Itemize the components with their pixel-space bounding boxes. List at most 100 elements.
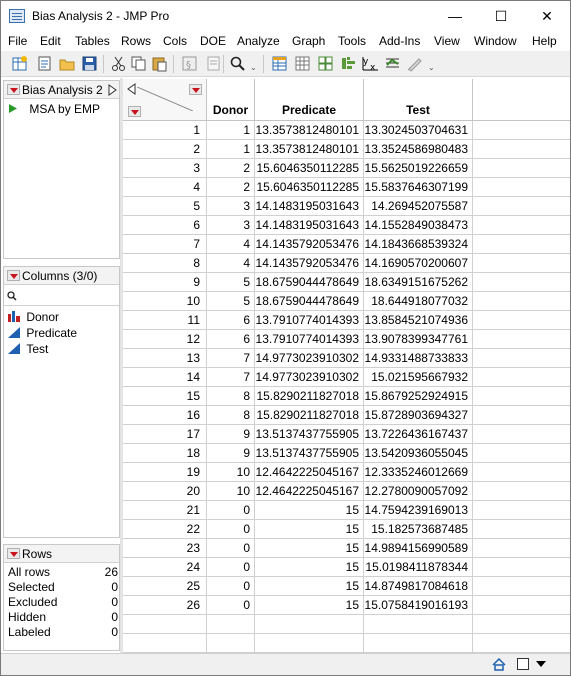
cell-predicate[interactable]: 14.1435792053476	[255, 254, 364, 273]
cell-test[interactable]: 18.6349151675262	[364, 273, 473, 292]
columns-red-triangle-icon[interactable]	[189, 84, 202, 95]
cell-empty[interactable]	[473, 254, 570, 273]
cell-donor[interactable]: 0	[207, 520, 255, 539]
cell-empty[interactable]	[473, 615, 570, 634]
menu-rows[interactable]: Rows	[121, 34, 151, 48]
cell-predicate[interactable]: 15.8290211827018	[255, 387, 364, 406]
search-icon[interactable]	[229, 55, 246, 72]
column-item-donor[interactable]: Donor	[8, 310, 59, 324]
row-number[interactable]: 23	[123, 539, 207, 558]
distribution-icon[interactable]	[340, 55, 357, 72]
cell-donor[interactable]: 2	[207, 159, 255, 178]
cell-donor[interactable]: 3	[207, 216, 255, 235]
fit-model-icon[interactable]	[384, 55, 401, 72]
cell-donor[interactable]: 3	[207, 197, 255, 216]
script-item[interactable]: MSA by EMP	[8, 102, 100, 116]
cell-test[interactable]: 15.021595667932	[364, 368, 473, 387]
cell-predicate[interactable]: 15	[255, 577, 364, 596]
row-number[interactable]: 22	[123, 520, 207, 539]
column-header-test[interactable]: Test	[364, 79, 473, 121]
cell-test[interactable]: 14.1843668539324	[364, 235, 473, 254]
cell-test[interactable]: 15.8728903694327	[364, 406, 473, 425]
cell-predicate[interactable]: 13.5137437755905	[255, 425, 364, 444]
menu-file[interactable]: File	[8, 34, 27, 48]
cell-donor[interactable]: 4	[207, 235, 255, 254]
cell-predicate[interactable]: 13.3573812480101	[255, 121, 364, 140]
cell-test[interactable]	[364, 634, 473, 653]
new-script-icon[interactable]	[36, 55, 53, 72]
cell-predicate[interactable]	[255, 615, 364, 634]
row-number[interactable]: 25	[123, 577, 207, 596]
row-number[interactable]: 16	[123, 406, 207, 425]
cell-test[interactable]: 14.8749817084618	[364, 577, 473, 596]
cell-empty[interactable]	[473, 292, 570, 311]
cell-donor[interactable]: 8	[207, 387, 255, 406]
cell-test[interactable]	[364, 615, 473, 634]
cell-empty[interactable]	[473, 501, 570, 520]
cell-empty[interactable]	[473, 577, 570, 596]
cell-empty[interactable]	[473, 596, 570, 615]
cell-donor[interactable]: 6	[207, 311, 255, 330]
cell-empty[interactable]	[473, 539, 570, 558]
cell-predicate[interactable]: 15.8290211827018	[255, 406, 364, 425]
rows-red-triangle-icon[interactable]	[128, 106, 141, 117]
cell-empty[interactable]	[473, 349, 570, 368]
open-icon[interactable]	[59, 55, 76, 72]
cell-empty[interactable]	[473, 368, 570, 387]
cell-predicate[interactable]: 15.6046350112285	[255, 178, 364, 197]
cell-donor[interactable]: 7	[207, 349, 255, 368]
row-number[interactable]: 26	[123, 596, 207, 615]
cell-empty[interactable]	[473, 121, 570, 140]
cell-empty[interactable]	[473, 330, 570, 349]
cell-predicate[interactable]: 13.3573812480101	[255, 140, 364, 159]
home-icon[interactable]	[492, 658, 506, 671]
cell-test[interactable]: 14.9331488733833	[364, 349, 473, 368]
cell-predicate[interactable]: 14.1483195031643	[255, 216, 364, 235]
row-number[interactable]: 10	[123, 292, 207, 311]
cell-predicate[interactable]: 15	[255, 539, 364, 558]
cell-empty[interactable]	[473, 444, 570, 463]
row-number[interactable]: 21	[123, 501, 207, 520]
cell-empty[interactable]	[473, 634, 570, 653]
cell-donor[interactable]: 1	[207, 140, 255, 159]
cell-donor[interactable]	[207, 634, 255, 653]
row-number[interactable]	[123, 615, 207, 634]
cell-test[interactable]: 15.0758419016193	[364, 596, 473, 615]
cell-predicate[interactable]: 13.7910774014393	[255, 330, 364, 349]
cell-test[interactable]: 13.3524586980483	[364, 140, 473, 159]
row-number[interactable]: 15	[123, 387, 207, 406]
column-header-predicate[interactable]: Predicate	[255, 79, 364, 121]
cell-predicate[interactable]: 15	[255, 501, 364, 520]
tabulate-icon[interactable]	[317, 55, 334, 72]
cell-empty[interactable]	[473, 216, 570, 235]
cell-test[interactable]: 13.3024503704631	[364, 121, 473, 140]
cell-donor[interactable]: 2	[207, 178, 255, 197]
menu-window[interactable]: Window	[474, 34, 517, 48]
cell-donor[interactable]: 1	[207, 121, 255, 140]
cell-predicate[interactable]: 14.1435792053476	[255, 235, 364, 254]
cell-test[interactable]: 13.9078399347761	[364, 330, 473, 349]
cell-donor[interactable]: 10	[207, 482, 255, 501]
menu-tables[interactable]: Tables	[75, 34, 110, 48]
cell-donor[interactable]: 10	[207, 463, 255, 482]
journal-list-icon[interactable]	[205, 55, 222, 72]
cell-predicate[interactable]: 15	[255, 520, 364, 539]
menu-tools[interactable]: Tools	[338, 34, 366, 48]
red-triangle-menu-icon[interactable]	[7, 84, 20, 95]
expand-arrow-icon[interactable]	[108, 84, 117, 96]
menu-graph[interactable]: Graph	[292, 34, 325, 48]
cell-test[interactable]: 14.1690570200607	[364, 254, 473, 273]
cell-predicate[interactable]: 13.7910774014393	[255, 311, 364, 330]
journal-icon[interactable]: §	[181, 55, 198, 72]
cell-empty[interactable]	[473, 482, 570, 501]
cell-empty[interactable]	[473, 178, 570, 197]
cell-test[interactable]: 14.1552849038473	[364, 216, 473, 235]
cell-donor[interactable]: 8	[207, 406, 255, 425]
row-number[interactable]: 9	[123, 273, 207, 292]
save-icon[interactable]	[81, 55, 98, 72]
cell-donor[interactable]: 0	[207, 558, 255, 577]
cell-donor[interactable]: 5	[207, 273, 255, 292]
cell-predicate[interactable]: 18.6759044478649	[255, 273, 364, 292]
cut-icon[interactable]	[110, 55, 127, 72]
run-script-icon[interactable]	[8, 103, 18, 114]
